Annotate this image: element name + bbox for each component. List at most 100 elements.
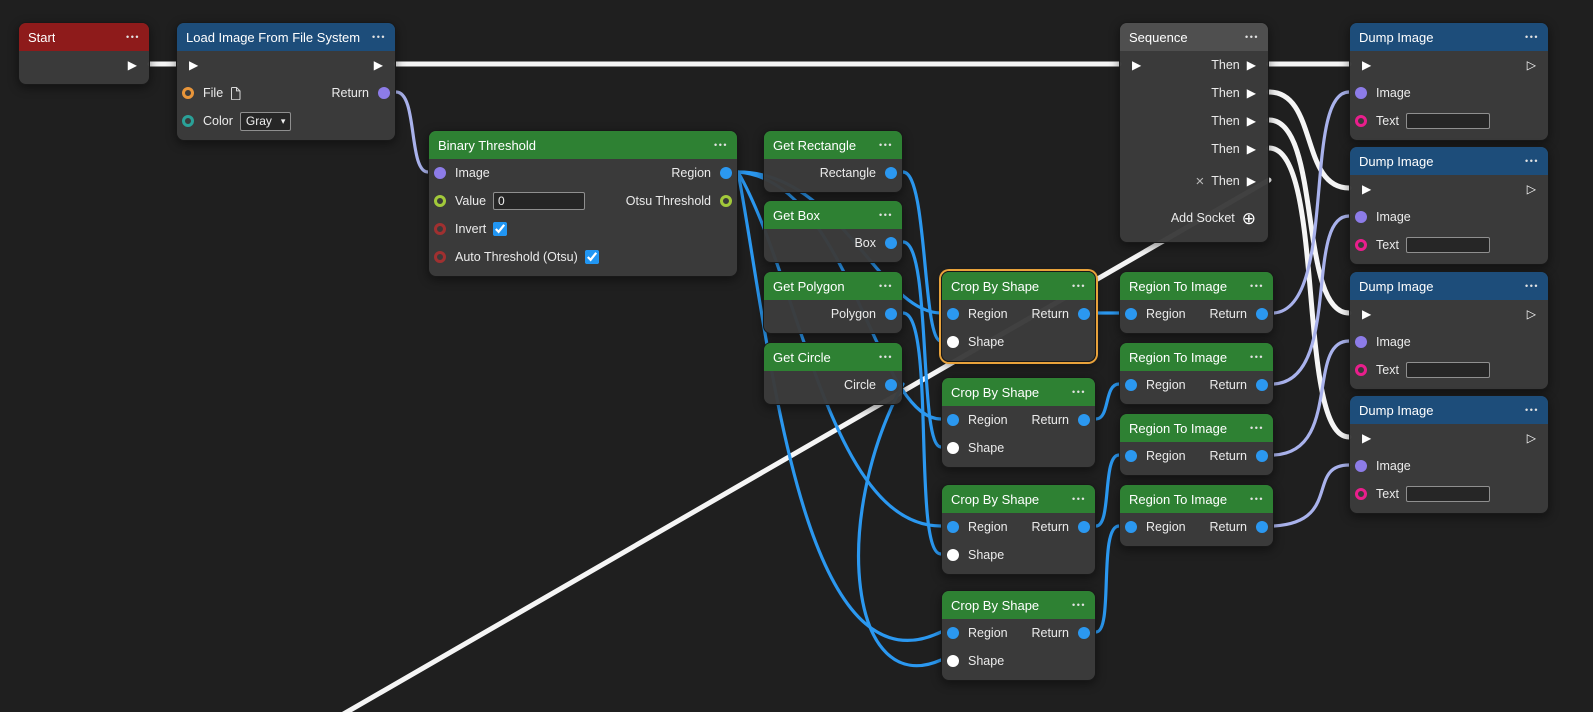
node-canvas[interactable]: Start ••• ▶ Load Image From File System … — [0, 0, 1593, 712]
node-crop-by-shape-1[interactable]: Crop By Shape ••• Region Return Shape — [941, 271, 1096, 362]
then-out-pin-2[interactable]: ▶ — [1247, 87, 1256, 99]
color-pin[interactable] — [182, 115, 194, 127]
image-in-pin[interactable] — [434, 167, 446, 179]
wire-return-crop4-to-rti4[interactable] — [1096, 526, 1119, 632]
node-header[interactable]: Crop By Shape ••• — [942, 591, 1095, 619]
file-pin[interactable] — [182, 87, 194, 99]
polygon-out-pin[interactable] — [885, 308, 897, 320]
node-header[interactable]: Region To Image ••• — [1120, 485, 1273, 513]
exec-in-pin[interactable]: ▶ — [1362, 432, 1371, 444]
node-load-image[interactable]: Load Image From File System ••• ▶ ▶ File… — [176, 22, 396, 141]
node-get-box[interactable]: Get Box ••• Box — [763, 200, 903, 263]
node-header[interactable]: Load Image From File System ••• — [177, 23, 395, 51]
then-out-pin-1[interactable]: ▶ — [1247, 59, 1256, 71]
menu-icon[interactable]: ••• — [1525, 33, 1539, 42]
node-header[interactable]: Dump Image ••• — [1350, 147, 1548, 175]
node-region-to-image-1[interactable]: Region To Image ••• Region Return — [1119, 271, 1274, 334]
node-header[interactable]: Region To Image ••• — [1120, 414, 1273, 442]
menu-icon[interactable]: ••• — [1245, 33, 1259, 42]
exec-in-pin[interactable]: ▶ — [1362, 183, 1371, 195]
color-select[interactable]: Gray ▾ — [240, 112, 292, 131]
menu-icon[interactable]: ••• — [1250, 424, 1264, 433]
shape-in-pin[interactable] — [947, 336, 959, 348]
node-header[interactable]: Crop By Shape ••• — [942, 378, 1095, 406]
wire-return-crop3-to-rti3[interactable] — [1096, 455, 1119, 526]
node-dump-image-2[interactable]: Dump Image ••• ▶ ▷ Image Text — [1349, 146, 1549, 265]
image-in-pin[interactable] — [1355, 211, 1367, 223]
return-out-pin[interactable] — [1256, 308, 1268, 320]
remove-then-button[interactable]: × — [1196, 174, 1205, 189]
text-input[interactable] — [1406, 237, 1490, 253]
node-header[interactable]: Get Polygon ••• — [764, 272, 902, 300]
add-socket-button[interactable]: ⊕ — [1242, 210, 1256, 227]
menu-icon[interactable]: ••• — [879, 282, 893, 291]
node-get-rectangle[interactable]: Get Rectangle ••• Rectangle — [763, 130, 903, 193]
node-region-to-image-2[interactable]: Region To Image ••• Region Return — [1119, 342, 1274, 405]
exec-in-pin[interactable]: ▶ — [1362, 59, 1371, 71]
text-in-pin[interactable] — [1355, 239, 1367, 251]
menu-icon[interactable]: ••• — [1072, 282, 1086, 291]
node-header[interactable]: Dump Image ••• — [1350, 396, 1548, 424]
wire-image-load-to-threshold[interactable] — [396, 92, 428, 172]
menu-icon[interactable]: ••• — [879, 141, 893, 150]
node-crop-by-shape-2[interactable]: Crop By Shape ••• Region Return Shape — [941, 377, 1096, 468]
region-in-pin[interactable] — [1125, 521, 1137, 533]
menu-icon[interactable]: ••• — [1525, 157, 1539, 166]
return-out-pin[interactable] — [1256, 521, 1268, 533]
return-out-pin[interactable] — [1078, 521, 1090, 533]
text-in-pin[interactable] — [1355, 488, 1367, 500]
node-header[interactable]: Dump Image ••• — [1350, 272, 1548, 300]
image-in-pin[interactable] — [1355, 336, 1367, 348]
return-out-pin[interactable] — [1256, 379, 1268, 391]
menu-icon[interactable]: ••• — [1250, 353, 1264, 362]
text-input[interactable] — [1406, 113, 1490, 129]
region-in-pin[interactable] — [1125, 450, 1137, 462]
shape-in-pin[interactable] — [947, 549, 959, 561]
shape-in-pin[interactable] — [947, 655, 959, 667]
return-out-pin[interactable] — [1078, 627, 1090, 639]
region-in-pin[interactable] — [947, 521, 959, 533]
node-header[interactable]: Binary Threshold ••• — [429, 131, 737, 159]
shape-in-pin[interactable] — [947, 442, 959, 454]
value-input[interactable] — [493, 192, 585, 210]
menu-icon[interactable]: ••• — [1525, 282, 1539, 291]
node-header[interactable]: Start ••• — [19, 23, 149, 51]
invert-checkbox[interactable] — [493, 222, 507, 236]
menu-icon[interactable]: ••• — [1250, 282, 1264, 291]
exec-in-pin[interactable]: ▶ — [189, 59, 198, 71]
exec-out-pin[interactable]: ▶ — [128, 59, 137, 71]
then-out-pin-3[interactable]: ▶ — [1247, 115, 1256, 127]
menu-icon[interactable]: ••• — [1525, 406, 1539, 415]
region-out-pin[interactable] — [720, 167, 732, 179]
node-region-to-image-4[interactable]: Region To Image ••• Region Return — [1119, 484, 1274, 547]
exec-in-pin[interactable]: ▶ — [1362, 308, 1371, 320]
menu-icon[interactable]: ••• — [1072, 601, 1086, 610]
value-pin[interactable] — [434, 195, 446, 207]
exec-out-pin[interactable]: ▷ — [1527, 59, 1536, 71]
file-icon[interactable] — [230, 87, 241, 100]
node-get-polygon[interactable]: Get Polygon ••• Polygon — [763, 271, 903, 334]
region-in-pin[interactable] — [1125, 308, 1137, 320]
node-crop-by-shape-3[interactable]: Crop By Shape ••• Region Return Shape — [941, 484, 1096, 575]
node-start[interactable]: Start ••• ▶ — [18, 22, 150, 85]
node-crop-by-shape-4[interactable]: Crop By Shape ••• Region Return Shape — [941, 590, 1096, 681]
return-out-pin[interactable] — [1078, 308, 1090, 320]
node-header[interactable]: Crop By Shape ••• — [942, 272, 1095, 300]
menu-icon[interactable]: ••• — [1250, 495, 1264, 504]
node-region-to-image-3[interactable]: Region To Image ••• Region Return — [1119, 413, 1274, 476]
text-in-pin[interactable] — [1355, 115, 1367, 127]
node-dump-image-3[interactable]: Dump Image ••• ▶ ▷ Image Text — [1349, 271, 1549, 390]
text-in-pin[interactable] — [1355, 364, 1367, 376]
node-binary-threshold[interactable]: Binary Threshold ••• Image Region Value … — [428, 130, 738, 277]
auto-threshold-checkbox[interactable] — [585, 250, 599, 264]
otsu-threshold-out-pin[interactable] — [720, 195, 732, 207]
node-header[interactable]: Region To Image ••• — [1120, 343, 1273, 371]
image-in-pin[interactable] — [1355, 460, 1367, 472]
return-out-pin[interactable] — [1256, 450, 1268, 462]
image-in-pin[interactable] — [1355, 87, 1367, 99]
box-out-pin[interactable] — [885, 237, 897, 249]
wire-image-rti3-to-dump3[interactable] — [1274, 341, 1349, 455]
then-out-pin-5[interactable]: ▶ — [1247, 175, 1256, 187]
node-get-circle[interactable]: Get Circle ••• Circle — [763, 342, 903, 405]
wire-exec-then4-to-dump4[interactable] — [1269, 148, 1349, 437]
